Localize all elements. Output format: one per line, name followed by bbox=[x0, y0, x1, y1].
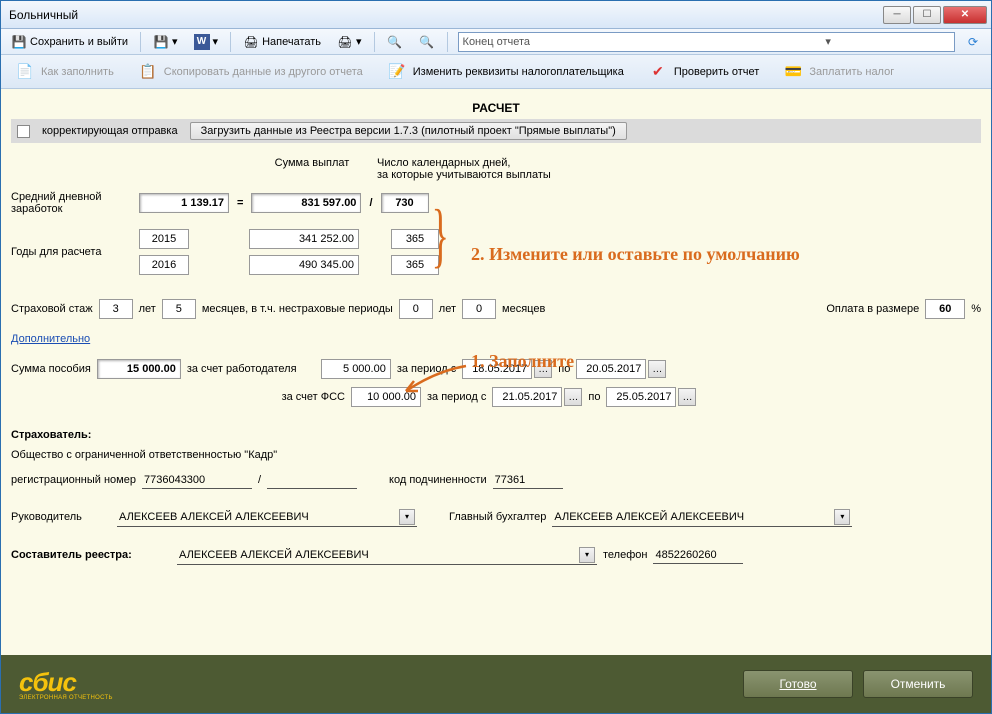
fss-to-date[interactable]: 25.05.2017 bbox=[606, 387, 676, 407]
edit-icon: 📝 bbox=[387, 62, 407, 82]
disk-icon: 💾 bbox=[153, 34, 169, 50]
save-exit-button[interactable]: 💾 Сохранить и выйти bbox=[5, 31, 134, 53]
benefit-sum-label: Сумма пособия bbox=[11, 363, 91, 375]
close-button[interactable]: ✕ bbox=[943, 6, 987, 24]
refresh-button[interactable]: ⟳ bbox=[959, 31, 987, 53]
word-button[interactable]: W▾ bbox=[188, 31, 225, 53]
save-button[interactable]: 💾▾ bbox=[147, 31, 184, 53]
total-sum[interactable]: 831 597.00 bbox=[251, 193, 361, 213]
section-combo[interactable]: Конец отчета ▾ bbox=[458, 32, 955, 52]
insurer-org: Общество с ограниченной ответственностью… bbox=[11, 449, 981, 461]
year-1[interactable]: 2016 bbox=[139, 255, 189, 275]
header-sum: Сумма выплат bbox=[247, 157, 377, 181]
exp-years[interactable]: 3 bbox=[99, 299, 133, 319]
phone-input[interactable] bbox=[653, 546, 743, 564]
insurer-title: Страхователь: bbox=[11, 429, 981, 441]
footer: сбис ЭЛЕКТРОННАЯ ОТЧЕТНОСТЬ Готово Отмен… bbox=[1, 655, 991, 713]
check-icon: ✔ bbox=[648, 62, 668, 82]
benefit-sum[interactable]: 15 000.00 bbox=[97, 359, 181, 379]
cancel-button[interactable]: Отменить bbox=[863, 670, 973, 698]
check-report-button[interactable]: ✔ Проверить отчет bbox=[640, 58, 768, 86]
word-icon: W bbox=[194, 34, 210, 50]
year-0-days[interactable]: 365 bbox=[391, 229, 439, 249]
fss-amount[interactable]: 10 000.00 bbox=[351, 387, 421, 407]
zoom-in-button[interactable]: 🔍 bbox=[381, 31, 409, 53]
print-button[interactable]: 🖨 Напечатать bbox=[237, 31, 327, 53]
sub-code[interactable] bbox=[493, 471, 563, 489]
pay-pct[interactable]: 60 bbox=[925, 299, 965, 319]
exp-months[interactable]: 5 bbox=[162, 299, 196, 319]
zoom-out-icon: 🔍 bbox=[419, 34, 435, 50]
correcting-row: корректирующая отправка Загрузить данные… bbox=[11, 119, 981, 143]
year-1-days[interactable]: 365 bbox=[391, 255, 439, 275]
ni-years[interactable]: 0 bbox=[399, 299, 433, 319]
load-registry-button[interactable]: Загрузить данные из Реестра версии 1.7.3… bbox=[190, 122, 627, 140]
reg-number-2[interactable] bbox=[267, 471, 357, 489]
how-fill-button[interactable]: 📄 Как заполнить bbox=[7, 58, 122, 86]
chevron-down-icon: ▾ bbox=[399, 509, 415, 525]
chevron-down-icon: ▾ bbox=[834, 509, 850, 525]
zoom-out-button[interactable]: 🔍 bbox=[413, 31, 441, 53]
additional-link[interactable]: Дополнительно bbox=[11, 333, 90, 345]
correcting-label: корректирующая отправка bbox=[42, 125, 178, 137]
toolbar-primary: 💾 Сохранить и выйти 💾▾ W▾ 🖨 Напечатать 🖨… bbox=[1, 29, 991, 55]
reg-number[interactable] bbox=[142, 471, 252, 489]
minimize-button[interactable]: ─ bbox=[883, 6, 911, 24]
avg-label: Средний дневной заработок bbox=[11, 191, 131, 215]
accountant-combo[interactable]: АЛЕКСЕЕВ АЛЕКСЕЙ АЛЕКСЕЕВИЧ ▾ bbox=[552, 507, 852, 527]
avg-value[interactable]: 1 139.17 bbox=[139, 193, 229, 213]
chevron-down-icon: ▾ bbox=[579, 547, 595, 563]
year-1-sum[interactable]: 490 345.00 bbox=[249, 255, 359, 275]
header-days: Число календарных дней, за которые учиты… bbox=[377, 157, 577, 181]
copy-icon: 📋 bbox=[138, 62, 158, 82]
refresh-icon: ⟳ bbox=[965, 34, 981, 50]
employer-amount[interactable]: 5 000.00 bbox=[321, 359, 391, 379]
print-dropdown[interactable]: 🖨▾ bbox=[331, 31, 368, 53]
change-requisites-button[interactable]: 📝 Изменить реквизиты налогоплательщика bbox=[379, 58, 632, 86]
year-0[interactable]: 2015 bbox=[139, 229, 189, 249]
window-title: Больничный bbox=[5, 8, 883, 22]
copy-data-button[interactable]: 📋 Скопировать данные из другого отчета bbox=[130, 58, 371, 86]
printer-icon: 🖨 bbox=[243, 34, 259, 50]
year-0-sum[interactable]: 341 252.00 bbox=[249, 229, 359, 249]
calendar-button[interactable]: … bbox=[648, 360, 666, 378]
calendar-button[interactable]: … bbox=[678, 388, 696, 406]
emp-to-date[interactable]: 20.05.2017 bbox=[576, 359, 646, 379]
compiler-combo[interactable]: АЛЕКСЕЕВ АЛЕКСЕЙ АЛЕКСЕЕВИЧ ▾ bbox=[177, 545, 597, 565]
section-title: РАСЧЕТ bbox=[11, 97, 981, 119]
logo: сбис ЭЛЕКТРОННАЯ ОТЧЕТНОСТЬ bbox=[19, 667, 113, 701]
help-icon: 📄 bbox=[15, 62, 35, 82]
calendar-button[interactable]: … bbox=[534, 360, 552, 378]
head-combo[interactable]: АЛЕКСЕЕВ АЛЕКСЕЙ АЛЕКСЕЕВИЧ ▾ bbox=[117, 507, 417, 527]
emp-from-date[interactable]: 18.05.2017 bbox=[462, 359, 532, 379]
calendar-button[interactable]: … bbox=[564, 388, 582, 406]
titlebar: Больничный ─ ☐ ✕ bbox=[1, 1, 991, 29]
pay-tax-button[interactable]: 💳 Заплатить налог bbox=[775, 58, 902, 86]
zoom-in-icon: 🔍 bbox=[387, 34, 403, 50]
ok-button[interactable]: Готово bbox=[743, 670, 853, 698]
save-exit-icon: 💾 bbox=[11, 34, 27, 50]
maximize-button[interactable]: ☐ bbox=[913, 6, 941, 24]
pay-icon: 💳 bbox=[783, 62, 803, 82]
fss-from-date[interactable]: 21.05.2017 bbox=[492, 387, 562, 407]
chevron-down-icon: ▾ bbox=[706, 35, 950, 48]
years-label: Годы для расчета bbox=[11, 246, 131, 258]
content-area: РАСЧЕТ корректирующая отправка Загрузить… bbox=[1, 89, 991, 655]
total-days[interactable]: 730 bbox=[381, 193, 429, 213]
ni-months[interactable]: 0 bbox=[462, 299, 496, 319]
print-settings-icon: 🖨 bbox=[337, 34, 353, 50]
toolbar-secondary: 📄 Как заполнить 📋 Скопировать данные из … bbox=[1, 55, 991, 89]
correcting-checkbox[interactable] bbox=[17, 125, 30, 138]
exp-label: Страховой стаж bbox=[11, 303, 93, 315]
